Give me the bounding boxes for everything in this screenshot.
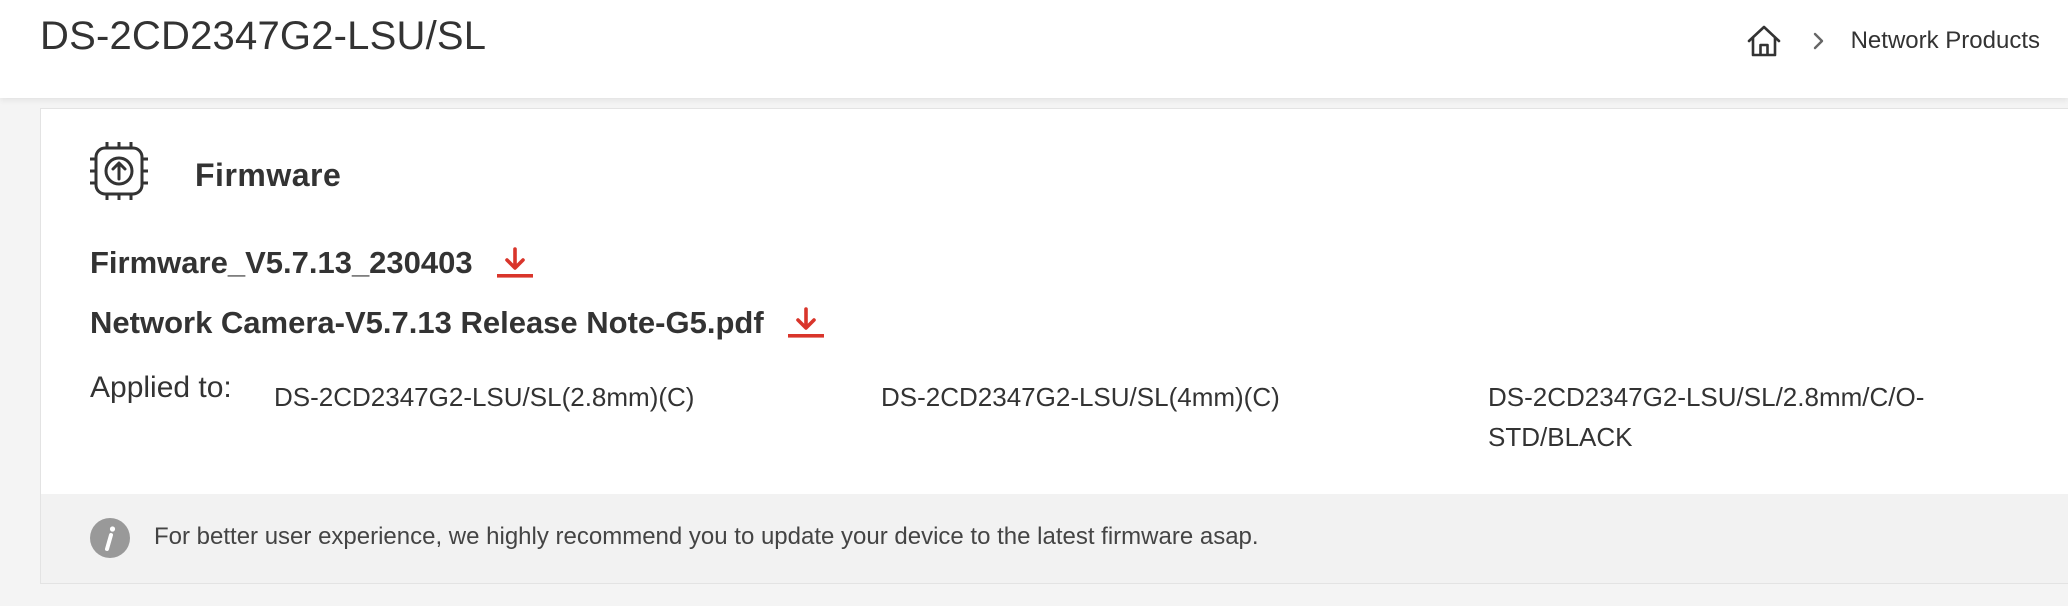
firmware-file-row: Firmware_V5.7.13_230403	[90, 245, 535, 281]
breadcrumb-network-products[interactable]: Network Products	[1851, 27, 2040, 55]
chevron-right-icon	[1813, 32, 1823, 50]
applied-to-label: Applied to:	[90, 371, 232, 404]
download-icon[interactable]	[495, 245, 535, 281]
page-title: DS-2CD2347G2-LSU/SL	[40, 14, 487, 58]
download-icon[interactable]	[786, 305, 826, 341]
release-note-file-name[interactable]: Network Camera-V5.7.13 Release Note-G5.p…	[90, 305, 764, 341]
applied-model: DS-2CD2347G2-LSU/SL(4mm)(C)	[881, 382, 1280, 412]
firmware-card: Firmware Firmware_V5.7.13_230403 Network…	[40, 108, 2068, 584]
section-title: Firmware	[195, 157, 342, 193]
firmware-file-name[interactable]: Firmware_V5.7.13_230403	[90, 245, 473, 281]
page-header: DS-2CD2347G2-LSU/SL Network Products	[0, 0, 2068, 98]
breadcrumb: Network Products	[1745, 20, 2040, 62]
notice-text: For better user experience, we highly re…	[154, 523, 1259, 550]
applied-model: DS-2CD2347G2-LSU/SL(2.8mm)(C)	[274, 382, 695, 412]
home-icon[interactable]	[1745, 22, 1783, 60]
release-note-file-row: Network Camera-V5.7.13 Release Note-G5.p…	[90, 305, 826, 341]
firmware-notice: For better user experience, we highly re…	[41, 494, 2068, 583]
applied-model: DS-2CD2347G2-LSU/SL/2.8mm/C/O-STD/BLACK	[1488, 382, 1925, 452]
info-icon	[90, 518, 130, 558]
chip-upload-icon	[90, 142, 148, 200]
